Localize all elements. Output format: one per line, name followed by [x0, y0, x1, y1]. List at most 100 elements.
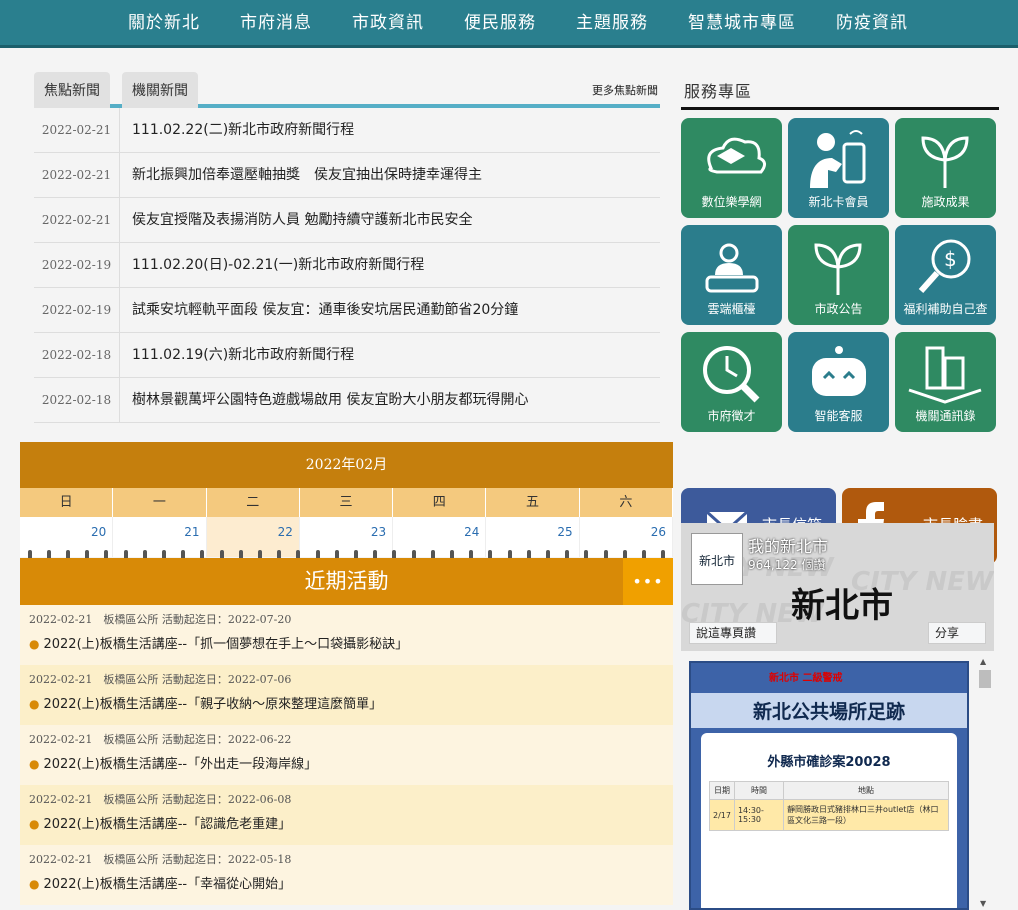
tile-smart-chatbot[interactable]: 智能客服 [788, 332, 889, 432]
nav-item-covid[interactable]: 防疫資訊 [816, 8, 928, 33]
news-item[interactable]: 2022-02-21 新北振興加倍奉還壓軸抽獎 侯友宜抽出保時捷幸運得主 [34, 153, 660, 198]
tab-agency-news[interactable]: 機關新聞 [122, 72, 198, 108]
tile-achievements[interactable]: 施政成果 [895, 118, 996, 218]
nav-item-about[interactable]: 關於新北 [108, 8, 220, 33]
event-title[interactable]: 2022(上)板橋生活講座--「親子收納～原來整理這麼簡單」 [43, 697, 382, 712]
event-item[interactable]: 2022-02-21 板橋區公所 活動起迄日：2022-06-08 ● 2022(上… [20, 785, 673, 845]
facebook-page-name[interactable]: 我的新北市 [748, 533, 828, 557]
tile-recruitment[interactable]: 市府徵才 [681, 332, 782, 432]
calendar-title: 2022年02月 [20, 442, 673, 488]
tile-label: 雲端櫃檯 [707, 302, 756, 316]
event-title[interactable]: 2022(上)板橋生活講座--「外出走一段海岸線」 [43, 757, 317, 772]
tile-cloud-counter[interactable]: 雲端櫃檯 [681, 225, 782, 325]
covid-poster[interactable]: 新北市 二級警戒 新北公共場所足跡 外縣市確診案20028 日期 時間 地點 2… [689, 661, 969, 910]
facebook-share-button[interactable]: 分享 [928, 622, 986, 644]
tab-focus-news[interactable]: 焦點新聞 [34, 72, 110, 108]
scroll-up-icon[interactable]: ▲ [980, 657, 986, 666]
tile-label: 新北卡會員 [808, 195, 869, 209]
news-item[interactable]: 2022-02-21 111.02.22(二)新北市政府新聞行程 [34, 108, 660, 153]
news-date: 2022-02-18 [34, 333, 120, 377]
event-title[interactable]: 2022(上)板橋生活講座--「認識危老重建」 [43, 817, 291, 832]
top-nav: 關於新北 市府消息 市政資訊 便民服務 主題服務 智慧城市專區 防疫資訊 [0, 0, 1018, 48]
news-date: 2022-02-21 [34, 198, 120, 242]
calendar-weekdays: 日一二三四五六 [20, 488, 673, 517]
event-meta: 2022-02-21 板橋區公所 活動起迄日：2022-07-20 [29, 613, 292, 626]
event-title[interactable]: 2022(上)板橋生活講座--「幸福從心開始」 [43, 877, 291, 892]
event-item[interactable]: 2022-02-21 板橋區公所 活動起迄日：2022-05-18 ● 2022(上… [20, 845, 673, 905]
bullet-icon: ● [29, 697, 40, 711]
news-item[interactable]: 2022-02-19 111.02.20(日)-02.21(一)新北市政府新聞行程 [34, 243, 660, 288]
news-tabs: 焦點新聞 機關新聞 更多焦點新聞 [34, 70, 660, 108]
tile-announcements[interactable]: 市政公告 [788, 225, 889, 325]
facebook-cover-logo: 新北市 [791, 586, 893, 626]
news-title[interactable]: 111.02.19(六)新北市政府新聞行程 [132, 333, 354, 377]
nav-item-smart-city[interactable]: 智慧城市專區 [668, 8, 816, 33]
robot-icon [812, 346, 866, 396]
tile-newtaipei-card[interactable]: 新北卡會員 [788, 118, 889, 218]
building-book-icon [908, 346, 982, 404]
more-news-link[interactable]: 更多焦點新聞 [592, 82, 658, 98]
weekday-label: 五 [486, 488, 580, 517]
more-events-button[interactable]: ••• [623, 558, 673, 605]
poster-table-header: 時間 [733, 781, 785, 800]
bullet-icon: ● [29, 817, 40, 831]
poster-table-header: 日期 [709, 781, 735, 800]
cloud-counter-icon [705, 243, 759, 293]
news-title[interactable]: 侯友宜授階及表揚消防人員 勉勵持續守護新北市民安全 [132, 198, 472, 242]
tile-directory[interactable]: 機關通訊錄 [895, 332, 996, 432]
news-date: 2022-02-18 [34, 378, 120, 422]
poster-card: 外縣市確診案20028 日期 時間 地點 2/17 14:30-15:30 靜岡… [701, 733, 957, 908]
facebook-avatar[interactable]: 新北市 [691, 533, 743, 585]
facebook-page-widget[interactable]: CITY NEW CITY NEW CITY NEW 新北市 我的新北市 964… [681, 523, 994, 651]
news-title[interactable]: 新北振興加倍奉還壓軸抽獎 侯友宜抽出保時捷幸運得主 [132, 153, 482, 197]
news-date: 2022-02-19 [34, 243, 120, 287]
event-item[interactable]: 2022-02-21 板橋區公所 活動起迄日：2022-07-06 ● 2022(上… [20, 665, 673, 725]
news-item[interactable]: 2022-02-19 試乘安坑輕軌平面段 侯友宜：通車後安坑居民通勤節省20分鐘 [34, 288, 660, 333]
nav-item-services[interactable]: 便民服務 [444, 8, 556, 33]
tile-label: 施政成果 [921, 195, 970, 209]
weekday-label: 三 [300, 488, 394, 517]
nav-item-topics[interactable]: 主題服務 [556, 8, 668, 33]
svg-text:$: $ [944, 247, 957, 271]
event-meta: 2022-02-21 板橋區公所 活動起迄日：2022-07-06 [29, 673, 292, 686]
scroll-thumb[interactable] [979, 670, 991, 688]
services-section: 服務專區 數位樂學網 新北卡會員 施政成果 雲端櫃檯 市政公告 $ 福利補助自己… [681, 70, 999, 564]
person-phone-icon [810, 130, 866, 188]
news-title[interactable]: 樹林景觀萬坪公園特色遊戲場啟用 侯友宜盼大小朋友都玩得開心 [132, 378, 528, 422]
nav-item-info[interactable]: 市政資訊 [332, 8, 444, 33]
news-title[interactable]: 111.02.22(二)新北市政府新聞行程 [132, 108, 354, 152]
news-item[interactable]: 2022-02-21 侯友宜授階及表揚消防人員 勉勵持續守護新北市民安全 [34, 198, 660, 243]
event-title[interactable]: 2022(上)板橋生活講座--「抓一個夢想在手上～口袋攝影秘訣」 [43, 637, 408, 652]
nav-item-news[interactable]: 市府消息 [220, 8, 332, 33]
clock-magnifier-icon [703, 346, 760, 403]
news-date: 2022-02-21 [34, 108, 120, 152]
tile-label: 數位樂學網 [701, 195, 762, 209]
news-title[interactable]: 111.02.20(日)-02.21(一)新北市政府新聞行程 [132, 243, 424, 287]
scroll-down-icon[interactable]: ▼ [980, 899, 986, 908]
event-item[interactable]: 2022-02-21 板橋區公所 活動起迄日：2022-06-22 ● 2022(上… [20, 725, 673, 785]
facebook-like-button[interactable]: 說這專頁讚 [689, 622, 777, 644]
event-item[interactable]: 2022-02-21 板橋區公所 活動起迄日：2022-07-20 ● 2022(上… [20, 605, 673, 665]
news-list: 2022-02-21 111.02.22(二)新北市政府新聞行程 2022-02-2… [34, 108, 660, 423]
services-title: 服務專區 [681, 70, 999, 110]
facebook-feed-scrollbar[interactable]: ▲ ▼ [977, 655, 993, 910]
bullet-icon: ● [29, 757, 40, 771]
news-item[interactable]: 2022-02-18 111.02.19(六)新北市政府新聞行程 [34, 333, 660, 378]
tile-label: 智能客服 [814, 409, 863, 423]
news-item[interactable]: 2022-02-18 樹林景觀萬坪公園特色遊戲場啟用 侯友宜盼大小朋友都玩得開心 [34, 378, 660, 423]
event-meta: 2022-02-21 板橋區公所 活動起迄日：2022-05-18 [29, 853, 292, 866]
poster-table: 日期 時間 地點 2/17 14:30-15:30 靜岡勝政日式豬排林口三井ou… [709, 781, 949, 831]
tile-label: 市政公告 [814, 302, 863, 316]
poster-table-cell: 靜岡勝政日式豬排林口三井outlet店（林口區文化三路一段） [783, 799, 949, 831]
news-section: 焦點新聞 機關新聞 更多焦點新聞 2022-02-21 111.02.22(二)新… [34, 70, 660, 423]
weekday-label: 六 [580, 488, 673, 517]
tile-label: 福利補助自己查 [903, 302, 988, 316]
tile-welfare-search[interactable]: $ 福利補助自己查 [895, 225, 996, 325]
tile-digital-learning[interactable]: 數位樂學網 [681, 118, 782, 218]
event-title-row: ● 2022(上)板橋生活講座--「幸福從心開始」 [29, 873, 673, 892]
news-title[interactable]: 試乘安坑輕軌平面段 侯友宜：通車後安坑居民通勤節省20分鐘 [132, 288, 518, 332]
event-title-row: ● 2022(上)板橋生活講座--「外出走一段海岸線」 [29, 753, 673, 772]
poster-tag: 新北市 二級警戒 [769, 673, 843, 684]
events-title: 近期活動 [304, 569, 389, 593]
bullet-icon: ● [29, 877, 40, 891]
